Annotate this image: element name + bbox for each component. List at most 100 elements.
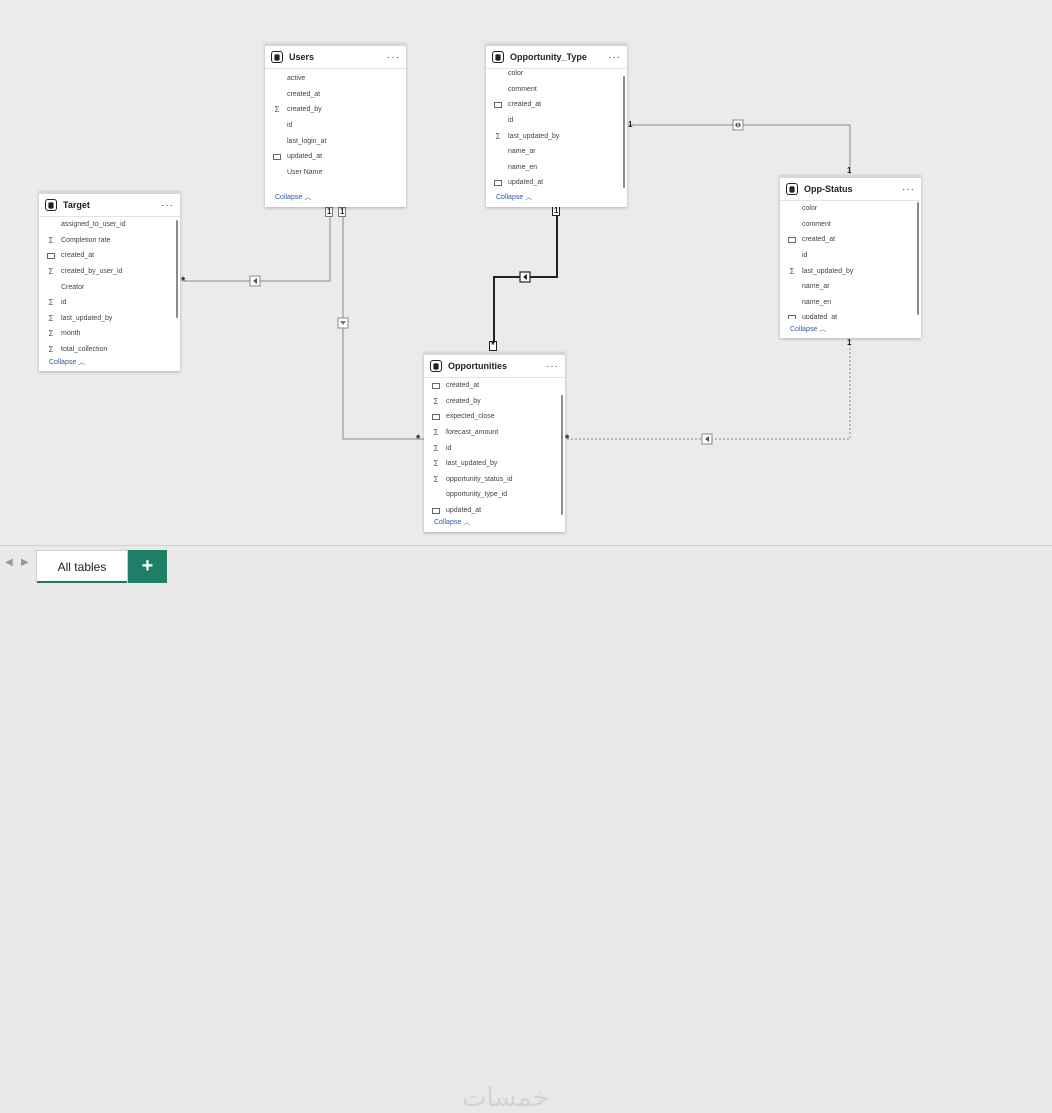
table-card-users[interactable]: Users ··· active created_at Σcreated_by id l… (265, 43, 406, 207)
field-list: assigned_to_user_id Σ Completion rate creat… (39, 217, 180, 358)
field-row[interactable]: Σlast_updated_by (424, 456, 565, 472)
field-row[interactable]: Σcreated_by (265, 102, 406, 118)
field-row[interactable]: Σmonth (39, 326, 180, 342)
scrollbar[interactable] (623, 76, 625, 188)
field-name: created_at (802, 236, 836, 244)
field-row[interactable]: Σid (39, 295, 180, 311)
field-row[interactable]: Σlast_updated_by (486, 128, 627, 144)
collapse-button[interactable]: Collapse ︿ (434, 517, 470, 527)
field-row[interactable]: comment (780, 217, 921, 233)
table-card-opp-status[interactable]: Opp-Status ··· color comment created_atid Σ… (780, 175, 921, 338)
field-row[interactable]: Σid (424, 440, 565, 456)
more-options-icon[interactable]: ··· (902, 184, 915, 195)
field-name: last_login_at (287, 137, 327, 145)
field-row[interactable]: id (265, 118, 406, 134)
field-list: color comment created_atid Σlast_updated_by… (780, 201, 921, 319)
field-row[interactable]: id (486, 113, 627, 129)
field-name: month (61, 330, 81, 338)
card-header[interactable]: Users ··· (265, 46, 406, 69)
direction-arrow-icon (701, 433, 713, 445)
field-row[interactable]: created_at (39, 248, 180, 264)
field-name: id (446, 444, 452, 452)
card-header[interactable]: Opportunities ··· (424, 355, 565, 378)
field-row[interactable]: updated_at (424, 503, 565, 519)
field-name: last_updated_by (802, 267, 854, 275)
field-name: name_ar (802, 283, 830, 291)
field-name: Creator (61, 283, 85, 291)
field-row[interactable]: comment (486, 82, 627, 98)
cardinality-one-label: 1 (338, 207, 347, 217)
card-title: Opp-Status (804, 184, 853, 194)
chevron-up-icon: ︿ (78, 359, 86, 366)
field-name: created_by_user_id (61, 268, 123, 276)
collapse-button[interactable]: Collapse ︿ (790, 324, 826, 334)
field-row[interactable]: updated_at (265, 149, 406, 165)
scrollbar[interactable] (176, 220, 178, 318)
field-row[interactable]: color (486, 66, 627, 82)
field-name: id (802, 252, 808, 260)
direction-arrow-icon (249, 275, 261, 287)
field-row[interactable]: id (780, 248, 921, 264)
card-header[interactable]: Target ··· (39, 194, 180, 217)
field-row[interactable]: Σcreated_by (424, 394, 565, 410)
card-header[interactable]: Opp-Status ··· (780, 178, 921, 201)
field-name: updated_at (802, 314, 838, 319)
field-name: opportunity_status_id (446, 475, 513, 483)
table-icon (786, 183, 798, 195)
field-row[interactable]: Σtotal_collection (39, 342, 180, 358)
previous-tab-icon[interactable]: ◀ (5, 557, 13, 568)
table-icon (45, 199, 57, 211)
field-row[interactable]: name_ar (780, 279, 921, 295)
more-options-icon[interactable]: ··· (608, 52, 621, 63)
field-row[interactable]: active (265, 71, 406, 87)
field-row[interactable]: Σlast_updated_by (39, 311, 180, 327)
field-row[interactable]: Σcreated_by_user_id (39, 264, 180, 280)
field-row[interactable]: assigned_to_user_id (39, 217, 180, 233)
collapse-button[interactable]: Collapse ︿ (275, 192, 311, 202)
field-row[interactable]: created_at (780, 232, 921, 248)
field-name: assigned_to_user_id (61, 221, 126, 229)
field-name: last_updated_by (508, 132, 560, 140)
field-row[interactable]: name_en (780, 295, 921, 311)
sigma-icon: Σ (274, 105, 280, 115)
field-name: active (287, 75, 306, 83)
scrollbar[interactable] (561, 395, 563, 515)
field-row[interactable]: created_at (486, 97, 627, 113)
field-row[interactable]: created_at (424, 378, 565, 394)
field-row[interactable]: name_en (486, 160, 627, 176)
field-row[interactable]: opportunity_type_id (424, 487, 565, 503)
add-layout-button[interactable]: + (128, 550, 167, 583)
tab-all-tables[interactable]: All tables (36, 550, 128, 583)
model-canvas[interactable]: 1 1 * * 1 * 1 1 1 * Users ··· active crea… (0, 0, 1052, 545)
sigma-icon: Σ (48, 267, 54, 277)
field-row[interactable]: Σforecast_amount (424, 425, 565, 441)
more-options-icon[interactable]: ··· (161, 200, 174, 211)
field-row[interactable]: color (780, 201, 921, 217)
table-card-opportunity-type[interactable]: Opportunity_Type ··· color comment created… (486, 43, 627, 207)
field-row[interactable]: name_ar (486, 144, 627, 160)
field-row[interactable]: Creator (39, 279, 180, 295)
next-tab-icon[interactable]: ▶ (21, 557, 29, 568)
field-row[interactable]: Σopportunity_status_id (424, 472, 565, 488)
field-row[interactable]: updated_at (780, 310, 921, 319)
field-row[interactable]: updated_at (486, 175, 627, 186)
field-row[interactable]: Σlast_updated_by (780, 263, 921, 279)
more-options-icon[interactable]: ··· (546, 361, 559, 372)
table-card-opportunities[interactable]: Opportunities ··· created_at Σcreated_by e… (424, 352, 565, 532)
field-row[interactable]: created_at (265, 87, 406, 103)
sigma-icon: Σ (495, 131, 501, 141)
field-row[interactable]: Σ Completion rate (39, 233, 180, 249)
field-row[interactable]: User Name (265, 165, 406, 181)
rel-oppstatus-opportunities (566, 340, 851, 440)
collapse-button[interactable]: Collapse ︿ (49, 357, 85, 367)
table-card-target[interactable]: Target ··· assigned_to_user_id Σ Completio… (39, 191, 180, 371)
collapse-button[interactable]: Collapse ︿ (496, 192, 532, 202)
chevron-up-icon: ︿ (463, 519, 471, 526)
more-options-icon[interactable]: ··· (387, 52, 400, 63)
field-row[interactable]: expected_close (424, 409, 565, 425)
field-name: name_en (508, 163, 538, 171)
scrollbar[interactable] (917, 202, 919, 315)
field-list: created_at Σcreated_by expected_close Σfore… (424, 378, 565, 519)
field-row[interactable]: last_login_at (265, 133, 406, 149)
field-name: color (508, 70, 524, 78)
